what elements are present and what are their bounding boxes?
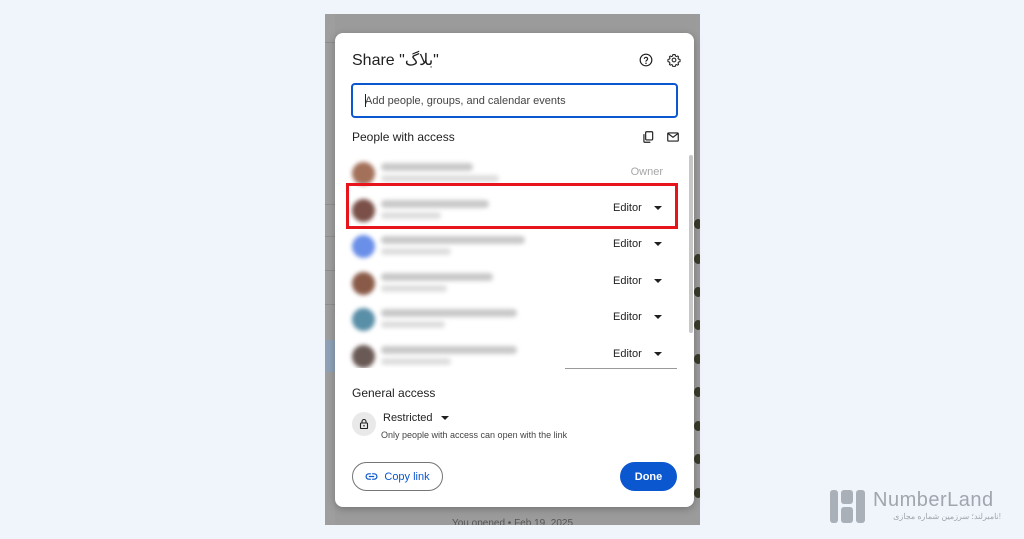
- role-label: Editor: [613, 238, 642, 250]
- person-row: Editor: [335, 301, 694, 337]
- text-caret: [365, 94, 366, 107]
- redacted-name: [381, 346, 517, 354]
- caret-down-icon: [653, 315, 662, 319]
- person-row: Editor: [335, 265, 694, 301]
- background-avatar-dot: [694, 387, 700, 397]
- highlight-box: [346, 183, 678, 229]
- access-level-dropdown[interactable]: Restricted: [383, 412, 449, 424]
- background-avatar-dot: [694, 320, 700, 330]
- redacted-name: [381, 163, 473, 171]
- background-avatar-dot: [694, 254, 700, 264]
- people-with-access-title: People with access: [352, 130, 455, 144]
- background-avatar-dot: [694, 219, 700, 229]
- avatar: [352, 162, 375, 185]
- person-row: Editor: [335, 338, 694, 368]
- role-label-owner: Owner: [630, 166, 663, 178]
- mail-icon[interactable]: [665, 129, 681, 145]
- gear-icon[interactable]: [666, 52, 682, 68]
- background-row-line: [325, 236, 335, 237]
- role-label: Editor: [613, 311, 642, 323]
- caret-down-icon: [440, 416, 449, 420]
- access-description: Only people with access can open with th…: [381, 430, 568, 440]
- role-dropdown[interactable]: Editor: [613, 311, 662, 323]
- numberland-logo-tagline: نامبرلند؛ سرزمین شماره مجازی!: [893, 512, 1001, 521]
- redacted-email: [381, 285, 447, 292]
- caret-down-icon: [653, 279, 662, 283]
- person-row: Editor: [335, 228, 694, 264]
- copy-link-label: Copy link: [384, 470, 430, 483]
- avatar: [352, 345, 375, 368]
- link-icon: [365, 470, 378, 483]
- background-avatar-dot: [694, 421, 700, 431]
- redacted-email: [381, 248, 451, 255]
- general-access-title: General access: [352, 386, 436, 400]
- numberland-logo-name: NumberLand: [873, 489, 994, 511]
- role-label: Editor: [613, 348, 642, 360]
- background-row-line: [325, 270, 335, 271]
- copy-link-button[interactable]: Copy link: [352, 462, 443, 491]
- redacted-name: [381, 236, 525, 244]
- role-label: Editor: [613, 275, 642, 287]
- background-row-line: [325, 204, 335, 205]
- people-list-scrollbar[interactable]: [689, 155, 693, 333]
- background-avatar-dot: [694, 454, 700, 464]
- background-row-line: [325, 42, 335, 43]
- access-level-label: Restricted: [383, 412, 433, 424]
- numberland-logo: NumberLand نامبرلند؛ سرزمین شماره مجازی!: [829, 488, 1004, 526]
- background-avatar-dot: [694, 354, 700, 364]
- background-avatar-dot: [694, 488, 700, 498]
- redacted-name: [381, 273, 493, 281]
- avatar: [352, 272, 375, 295]
- background-right-column: [694, 14, 700, 525]
- redacted-email: [381, 358, 451, 365]
- done-button[interactable]: Done: [620, 462, 677, 491]
- redacted-name: [381, 309, 517, 317]
- redacted-email: [381, 321, 445, 328]
- background-footer: You opened • Feb 19, 2025: [451, 518, 573, 525]
- role-dropdown[interactable]: Editor: [613, 238, 662, 250]
- background-selected-row: [325, 340, 335, 372]
- add-people-input[interactable]: [351, 83, 678, 118]
- caret-down-icon: [653, 242, 662, 246]
- background-avatar-dot: [694, 287, 700, 297]
- avatar: [352, 308, 375, 331]
- caret-down-icon: [653, 352, 662, 356]
- dialog-title: Share "بلاگ": [352, 52, 439, 69]
- share-dialog: Share "بلاگ" People with access Owner Ed…: [335, 33, 694, 507]
- avatar: [352, 235, 375, 258]
- lock-icon: [352, 412, 376, 436]
- background-row-line: [325, 304, 335, 305]
- copy-icon[interactable]: [640, 129, 656, 145]
- numberland-logo-icon: [830, 490, 865, 523]
- role-dropdown[interactable]: Editor: [613, 275, 662, 287]
- redacted-email: [381, 175, 499, 182]
- list-divider: [565, 368, 677, 369]
- role-dropdown[interactable]: Editor: [613, 348, 662, 360]
- help-icon[interactable]: [638, 52, 654, 68]
